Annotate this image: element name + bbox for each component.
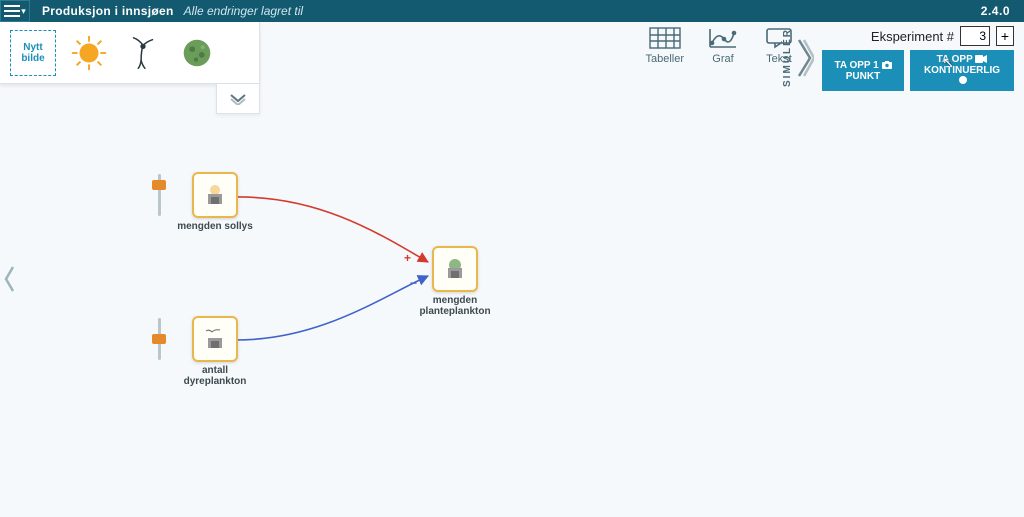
palette-item-zooplankton[interactable] bbox=[122, 32, 164, 74]
video-icon bbox=[975, 55, 987, 63]
node-zoo-label: antall dyreplankton bbox=[170, 365, 260, 387]
save-status: Alle endringer lagret til bbox=[184, 4, 303, 18]
node-zoo-box[interactable] bbox=[192, 316, 238, 362]
node-sun[interactable]: mengden sollys bbox=[170, 172, 260, 232]
diagram-edges bbox=[0, 84, 1024, 517]
zooplankton-icon bbox=[124, 34, 162, 72]
record-one-line1: TA OPP 1 bbox=[834, 60, 878, 71]
record-dot-icon bbox=[959, 76, 967, 84]
new-image-button[interactable]: Nytt bilde bbox=[10, 30, 56, 76]
chevron-left-icon bbox=[2, 264, 16, 294]
simulate-label: SIMULÉR bbox=[782, 28, 793, 87]
sun-icon bbox=[70, 34, 108, 72]
node-sun-box[interactable] bbox=[192, 172, 238, 218]
node-phyto-label: mengden planteplankton bbox=[410, 295, 500, 317]
node-phyto[interactable]: mengden planteplankton bbox=[410, 246, 500, 317]
node-sun-slider[interactable] bbox=[154, 174, 164, 216]
main-menu-button[interactable]: ▾ bbox=[0, 0, 30, 22]
palette-item-phytoplankton[interactable] bbox=[176, 32, 218, 74]
node-phyto-box[interactable] bbox=[432, 246, 478, 292]
mouse-cursor-icon: ↖ bbox=[942, 54, 954, 71]
tables-label: Tabeller bbox=[645, 53, 684, 65]
app-title: Produksjon i innsjøen bbox=[42, 4, 174, 18]
simulate-group: SIMULÉR bbox=[782, 28, 814, 87]
node-zoo-slider[interactable] bbox=[154, 318, 164, 360]
node-zoo-content-icon bbox=[202, 328, 228, 350]
palette-panel: Nytt bilde bbox=[0, 22, 260, 84]
node-phyto-content-icon bbox=[442, 258, 468, 280]
record-one-line2: PUNKT bbox=[834, 71, 891, 82]
edge-zoo-to-phyto bbox=[236, 276, 428, 340]
experiment-add-button[interactable]: + bbox=[996, 26, 1014, 46]
app-version: 2.4.0 bbox=[981, 4, 1010, 18]
record-cont-line2: KONTINUERLIG bbox=[924, 65, 1000, 76]
new-image-label: Nytt bilde bbox=[11, 42, 55, 64]
simulate-chevron-icon bbox=[796, 36, 814, 80]
edge-sun-to-phyto bbox=[236, 197, 428, 262]
diagram-canvas[interactable]: + − mengden sollys antall dyreplankto bbox=[0, 84, 1024, 517]
tables-icon bbox=[648, 26, 682, 50]
palette-item-sun[interactable] bbox=[68, 32, 110, 74]
tables-button[interactable]: Tabeller bbox=[645, 26, 684, 65]
graph-label: Graf bbox=[712, 53, 733, 65]
camera-icon bbox=[882, 61, 892, 69]
experiment-label: Eksperiment # bbox=[871, 29, 954, 44]
left-panel-expand-button[interactable] bbox=[2, 264, 16, 300]
experiment-number-input[interactable]: 3 bbox=[960, 26, 990, 46]
node-sun-label: mengden sollys bbox=[177, 221, 253, 232]
phytoplankton-icon bbox=[178, 34, 216, 72]
node-zoo[interactable]: antall dyreplankton bbox=[170, 316, 260, 387]
graph-button[interactable]: Graf bbox=[706, 26, 740, 65]
graph-icon bbox=[706, 26, 740, 50]
node-sun-content-icon bbox=[202, 184, 228, 206]
